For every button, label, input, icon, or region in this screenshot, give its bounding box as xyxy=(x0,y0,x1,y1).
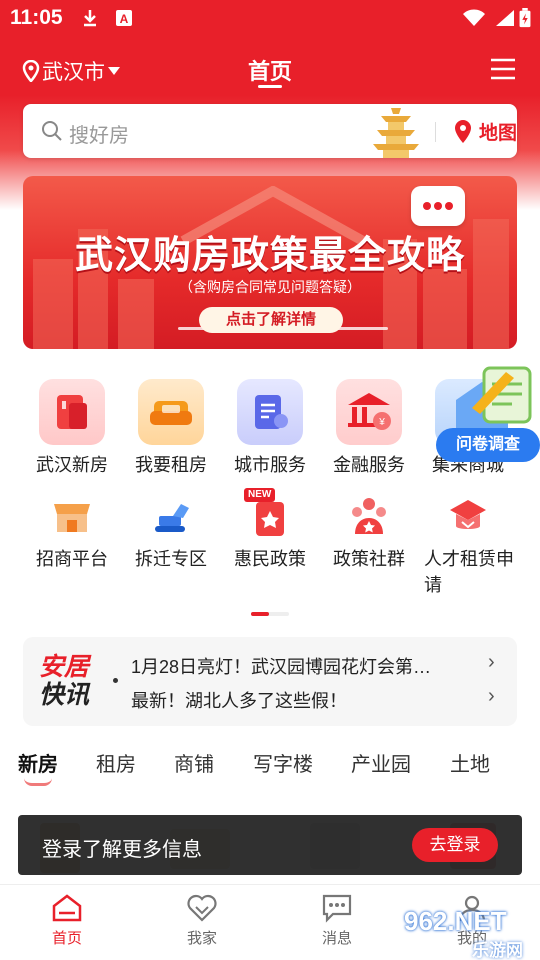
banner-title: 武汉购房政策最全攻略 xyxy=(74,235,465,277)
survey-label: 问卷调查 xyxy=(436,428,540,462)
news-dot xyxy=(113,678,118,683)
tab-active-indicator xyxy=(24,778,52,786)
grid-label: 拆迁专区 xyxy=(135,549,207,569)
watermark-small: 乐游网 xyxy=(472,941,523,960)
document-icon xyxy=(237,379,303,445)
tab-new-homes[interactable]: 新房 xyxy=(18,748,58,777)
title-underline xyxy=(258,85,282,88)
news-item[interactable]: 最新！湖北人多了这些假！ xyxy=(131,687,461,713)
grid-label: 我要租房 xyxy=(135,455,207,475)
nav-my-home[interactable]: 我家 xyxy=(162,893,242,948)
grid-label: 武汉新房 xyxy=(36,455,108,475)
signal-icon xyxy=(496,10,514,26)
banner-cta-button[interactable]: 点击了解详情 xyxy=(199,307,343,333)
nav-messages[interactable]: 消息 xyxy=(297,893,377,948)
shop-icon xyxy=(50,494,94,538)
nav-label: 首页 xyxy=(51,930,82,947)
grid-item-finance[interactable]: ¥ 金融服务 xyxy=(319,379,419,477)
grid-label: 政策社群 xyxy=(333,549,405,569)
category-tabs: 新房 租房 商铺 写字楼 产业园 土地 xyxy=(0,748,540,788)
policy-banner[interactable]: 武汉购房政策最全攻略 （含购房合同常见问题答疑） 点击了解详情 xyxy=(23,176,517,349)
login-toast: 登录了解更多信息 去登录 xyxy=(18,815,522,875)
community-icon xyxy=(347,494,391,538)
app-notification-icon: A xyxy=(116,10,132,26)
news-logo: 安居 快讯 xyxy=(39,653,101,709)
svg-text:¥: ¥ xyxy=(378,417,385,428)
tab-shops[interactable]: 商铺 xyxy=(174,748,214,777)
watermark-big: 962.NET xyxy=(404,906,507,936)
battery-icon xyxy=(519,8,531,28)
sofa-icon xyxy=(138,379,204,445)
chevron-right-icon: › xyxy=(488,685,495,707)
top-nav: 武汉市 首页 xyxy=(0,44,540,94)
grid-item-benefit-policy[interactable]: NEW 惠民政策 xyxy=(220,488,320,572)
map-label: 地图 xyxy=(479,123,518,144)
svg-text:A: A xyxy=(120,12,129,26)
grid-item-wuhan-new-homes[interactable]: 武汉新房 xyxy=(22,379,122,477)
policy-icon: NEW xyxy=(244,488,292,538)
news-item[interactable]: 1月28日亮灯！武汉园博园花灯会第… xyxy=(131,653,461,679)
building-icon xyxy=(39,379,105,445)
search-icon xyxy=(42,121,62,141)
grid-label: 人才租赁申请 xyxy=(424,549,514,595)
banner-subtitle: （含购房合同常见问题答疑） xyxy=(179,279,361,295)
page-title: 首页 xyxy=(247,59,292,84)
grid-label: 城市服务 xyxy=(234,455,306,475)
tab-offices[interactable]: 写字楼 xyxy=(253,748,313,777)
grid-item-policy-community[interactable]: 政策社群 xyxy=(319,494,419,572)
survey-float-button[interactable]: 问卷调查 xyxy=(436,360,540,466)
news-ticker[interactable]: 安居 快讯 1月28日亮灯！武汉园博园花灯会第… › 最新！湖北人多了这些假！ … xyxy=(23,637,517,726)
survey-clipboard-icon xyxy=(456,366,532,430)
pager-active xyxy=(251,612,269,616)
grid-label: 惠民政策 xyxy=(234,549,306,569)
graduation-icon xyxy=(446,494,490,538)
grid-pager xyxy=(251,612,289,616)
tab-industrial-park[interactable]: 产业园 xyxy=(351,748,411,777)
site-watermark: 962.NET 乐游网 xyxy=(400,906,540,960)
wifi-icon xyxy=(463,9,485,26)
nav-label: 我家 xyxy=(186,930,217,947)
status-bar: 11:05 A xyxy=(0,0,540,36)
chat-bubble-icon xyxy=(411,186,465,226)
bank-icon: ¥ xyxy=(336,379,402,445)
map-pin-icon xyxy=(455,119,471,143)
tab-land[interactable]: 土地 xyxy=(450,748,490,777)
news-logo-bottom: 快讯 xyxy=(39,681,90,709)
search-placeholder: 搜好房 xyxy=(69,125,129,147)
grid-item-city-services[interactable]: 城市服务 xyxy=(220,379,320,477)
grid-item-rent[interactable]: 我要租房 xyxy=(121,379,221,477)
message-icon xyxy=(322,894,352,923)
nav-label: 消息 xyxy=(321,930,352,947)
login-button[interactable]: 去登录 xyxy=(412,828,498,862)
grid-item-demolition[interactable]: 拆迁专区 xyxy=(121,494,221,572)
new-badge: NEW xyxy=(244,488,276,502)
map-button[interactable]: 地图 xyxy=(453,118,517,145)
menu-icon[interactable] xyxy=(490,58,516,80)
heart-icon xyxy=(187,894,217,922)
excavator-icon xyxy=(149,494,193,538)
nav-home[interactable]: 首页 xyxy=(27,893,107,948)
news-logo-top: 安居 xyxy=(39,653,90,681)
search-bar[interactable]: 搜好房 地图 xyxy=(23,104,517,158)
grid-label: 招商平台 xyxy=(36,549,108,569)
toast-message: 登录了解更多信息 xyxy=(42,839,202,861)
yellow-crane-tower-icon xyxy=(373,108,419,158)
grid-label: 金融服务 xyxy=(333,455,405,475)
home-icon xyxy=(52,894,82,922)
download-icon xyxy=(84,10,96,27)
grid-item-talent-rental[interactable]: 人才租赁申请 xyxy=(418,494,518,598)
grid-item-investment[interactable]: 招商平台 xyxy=(22,494,122,572)
search-divider xyxy=(435,122,436,142)
chevron-right-icon: › xyxy=(488,651,495,673)
status-time: 11:05 xyxy=(10,6,63,29)
app-root: 11:05 A 武汉市 首页 搜好房 地图 武汉购房政策最全攻略 （含购房合同常… xyxy=(0,0,540,960)
tab-rent[interactable]: 租房 xyxy=(96,748,136,777)
